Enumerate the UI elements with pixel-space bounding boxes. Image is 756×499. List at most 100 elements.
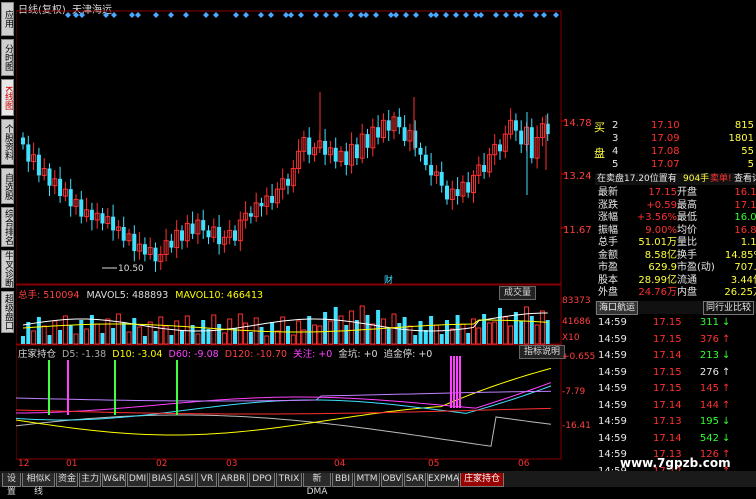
left-tab-7[interactable]: 超级盘口: [1, 291, 14, 333]
trade-row: 14:59 17.15 276 ↑: [595, 367, 756, 379]
volume-bar-up: [41, 325, 47, 345]
volume-indicator-button[interactable]: 成交量: [499, 286, 537, 300]
candle-body-down: [68, 189, 73, 207]
time-axis-label: 05: [428, 459, 440, 469]
indicator-extra-line: [16, 390, 552, 402]
low-price-label: 10.50: [118, 264, 144, 274]
volume-bar-down: [344, 325, 349, 344]
trade-price: 17.15: [653, 317, 682, 328]
trade-direction-icon: ↑: [722, 366, 731, 378]
bottom-tab-1[interactable]: 相似K线: [22, 473, 55, 497]
bottom-tab-9[interactable]: ARBR: [218, 473, 248, 487]
time-axis-label: 03: [226, 459, 238, 469]
left-tab-2[interactable]: K线图: [1, 79, 14, 116]
bottom-tab-12[interactable]: 新DMA: [303, 473, 331, 497]
candle-body-down: [498, 144, 502, 152]
candle-body-down: [466, 182, 471, 193]
bottom-tab-17[interactable]: EXPMA: [427, 473, 459, 487]
bottom-tab-7[interactable]: ASI: [176, 473, 196, 487]
bottom-tab-18[interactable]: 庄家持仓: [460, 473, 504, 487]
bottom-tab-5[interactable]: DMI: [127, 473, 148, 487]
trade-tab-2[interactable]: 同行业比较: [703, 301, 755, 315]
volume-bar-down: [142, 336, 147, 344]
volume-bar-down: [47, 335, 52, 344]
candle-body-down: [270, 196, 275, 203]
trade-volume: 311: [699, 317, 719, 328]
quote-key: 最低: [677, 212, 697, 223]
bottom-tab-10[interactable]: DPO: [249, 473, 275, 487]
bottom-tab-0[interactable]: 设置: [2, 473, 21, 497]
order-level: 4: [612, 146, 619, 157]
volume-bar-up: [105, 318, 111, 345]
volume-bar-up: [486, 322, 492, 345]
left-tab-0[interactable]: 应用: [1, 2, 14, 36]
trade-volume: 145: [699, 383, 719, 394]
quote-key: 总手: [598, 237, 618, 248]
mavol5-label: MAVOL5: 488893: [86, 290, 169, 301]
candle-body-down: [333, 147, 338, 162]
bottom-tab-13[interactable]: BBI: [332, 473, 353, 487]
left-tab-6[interactable]: 牛叉诊断: [1, 250, 14, 288]
time-axis-label: 06: [518, 459, 530, 469]
indicator-signal-bar: [453, 356, 455, 408]
bottom-tab-16[interactable]: SAR: [404, 473, 426, 487]
bottom-tab-14[interactable]: MTM: [354, 473, 380, 487]
quote-value: 26.25万: [724, 287, 756, 298]
candle-body-down: [201, 220, 206, 231]
volume-bar-down: [169, 335, 174, 344]
candle-body-down: [100, 213, 105, 224]
bottom-tab-11[interactable]: TRIX: [276, 473, 302, 487]
trade-tab-1[interactable]: 海口航运: [596, 301, 639, 315]
volume-bar-down: [248, 332, 253, 344]
candle-body-down: [482, 165, 487, 172]
candle-body-down: [439, 171, 444, 186]
order-level: 3: [612, 133, 619, 144]
left-tab-4[interactable]: 自选股: [1, 168, 14, 204]
bottom-tab-4[interactable]: W&R: [102, 473, 126, 487]
time-axis: 12 01 02 03 04 05 06: [16, 459, 556, 470]
info-marker-icon: [363, 12, 369, 18]
volume-axis-unit: X10: [562, 333, 580, 343]
info-marker-icon: [443, 12, 449, 18]
finance-marker: 财: [384, 276, 394, 286]
indicator-help-button[interactable]: 指标说明: [519, 345, 566, 359]
quote-value: +0.59: [646, 199, 677, 211]
order-volume: 55: [741, 146, 754, 157]
trade-time: 14:59: [598, 333, 627, 345]
volume-bar-down: [323, 312, 328, 344]
info-marker-icon: [73, 12, 79, 18]
trade-row: 14:59 17.13 195 ↓: [595, 416, 756, 428]
order-price: 17.08: [651, 146, 680, 157]
bottom-tab-2[interactable]: 资金: [56, 473, 78, 487]
order-book-row: 2 17.10 815: [595, 120, 756, 132]
indicator-d10: D10: -3.04: [112, 349, 163, 360]
volume-bar-down: [429, 316, 434, 344]
volume-bar-up: [502, 316, 508, 345]
volume-bar-down: [423, 330, 428, 344]
bottom-tab-3[interactable]: 主力: [79, 473, 101, 487]
volume-bar-up: [327, 320, 333, 345]
trade-time: 14:59: [598, 366, 627, 378]
volume-axis-top: 83373: [562, 296, 591, 306]
mavol10-label: MAVOL10: 466413: [175, 290, 264, 301]
volume-bar-up: [174, 320, 180, 345]
candle-body-down: [259, 202, 264, 207]
kline-chart-area[interactable]: 日线(复权) 天津海运 14.78 13.24 11.67 10.50 财 总手…: [16, 0, 595, 470]
quote-key: 涨幅: [598, 212, 618, 223]
status-link[interactable]: 查看详细: [734, 173, 756, 185]
status-vol: 904手: [683, 174, 710, 184]
info-marker-icon: [79, 12, 85, 18]
bottom-tab-15[interactable]: OBV: [381, 473, 403, 487]
left-tab-5[interactable]: 综合排名: [1, 207, 14, 247]
volume-bar-down: [58, 330, 63, 344]
bottom-tab-8[interactable]: VR: [197, 473, 217, 487]
quote-row: 金额 8.58亿 换手 14.85%: [595, 250, 756, 262]
left-tab-1[interactable]: 分时图: [1, 39, 14, 76]
quote-key: 均价: [677, 224, 697, 236]
volume-bar-up: [391, 313, 397, 345]
big-order-status[interactable]: 在卖盘17.20位置有 904手 卖单! 查看详细: [595, 173, 756, 185]
left-tab-3[interactable]: 个股资料: [1, 119, 14, 165]
status-line: 在卖盘17.20位置有: [597, 174, 677, 184]
quote-row: 市盈 629.9 市盈(动) 707.4: [595, 262, 756, 274]
bottom-tab-6[interactable]: BIAS: [149, 473, 175, 487]
